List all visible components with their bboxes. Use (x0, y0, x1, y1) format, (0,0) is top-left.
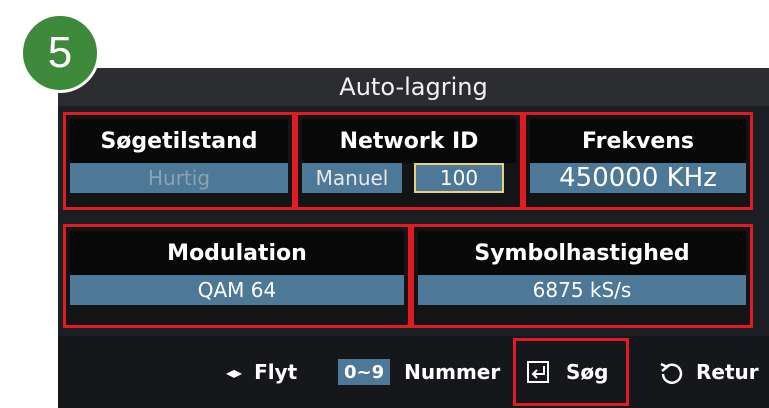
frequency-value[interactable]: 450000 KHz (530, 163, 746, 193)
step-number-badge: 5 (20, 13, 100, 93)
frequency-section[interactable]: Frekvens 450000 KHz (523, 112, 753, 210)
number-label: Nummer (404, 360, 501, 384)
number-hint: 0~9 Nummer (338, 358, 500, 386)
move-label: Flyt (254, 360, 298, 384)
modulation-value[interactable]: QAM 64 (70, 275, 404, 305)
modulation-label: Modulation (70, 231, 404, 275)
search-mode-label: Søgetilstand (70, 119, 288, 163)
symbol-rate-label: Symbolhastighed (418, 231, 746, 275)
network-id-section[interactable]: Network ID Manuel 100 (295, 112, 523, 210)
move-hint: ◂▸ Flyt (226, 358, 297, 386)
network-id-mode[interactable]: Manuel (302, 163, 402, 193)
network-id-row: Manuel 100 (302, 163, 516, 193)
modulation-section[interactable]: Modulation QAM 64 (63, 224, 411, 328)
search-mode-value[interactable]: Hurtig (70, 163, 288, 193)
back-hint[interactable]: Retur (658, 358, 759, 386)
back-label: Retur (696, 360, 759, 384)
hint-bar: ◂▸ Flyt 0~9 Nummer Søg Retur (58, 336, 769, 408)
network-id-input[interactable]: 100 (414, 163, 504, 193)
search-mode-section[interactable]: Søgetilstand Hurtig (63, 112, 295, 210)
symbol-rate-section[interactable]: Symbolhastighed 6875 kS/s (411, 224, 753, 328)
number-key-badge: 0~9 (338, 359, 391, 385)
step-number: 5 (47, 28, 73, 77)
left-right-arrows-icon: ◂▸ (226, 362, 243, 382)
search-hint-highlight (513, 338, 629, 406)
return-icon (658, 359, 684, 385)
screen-title: Auto-lagring (58, 68, 769, 106)
symbol-rate-value[interactable]: 6875 kS/s (418, 275, 746, 305)
frequency-label: Frekvens (530, 119, 746, 163)
network-id-label: Network ID (302, 119, 516, 163)
tv-screen: Auto-lagring Søgetilstand Hurtig Network… (58, 68, 769, 408)
